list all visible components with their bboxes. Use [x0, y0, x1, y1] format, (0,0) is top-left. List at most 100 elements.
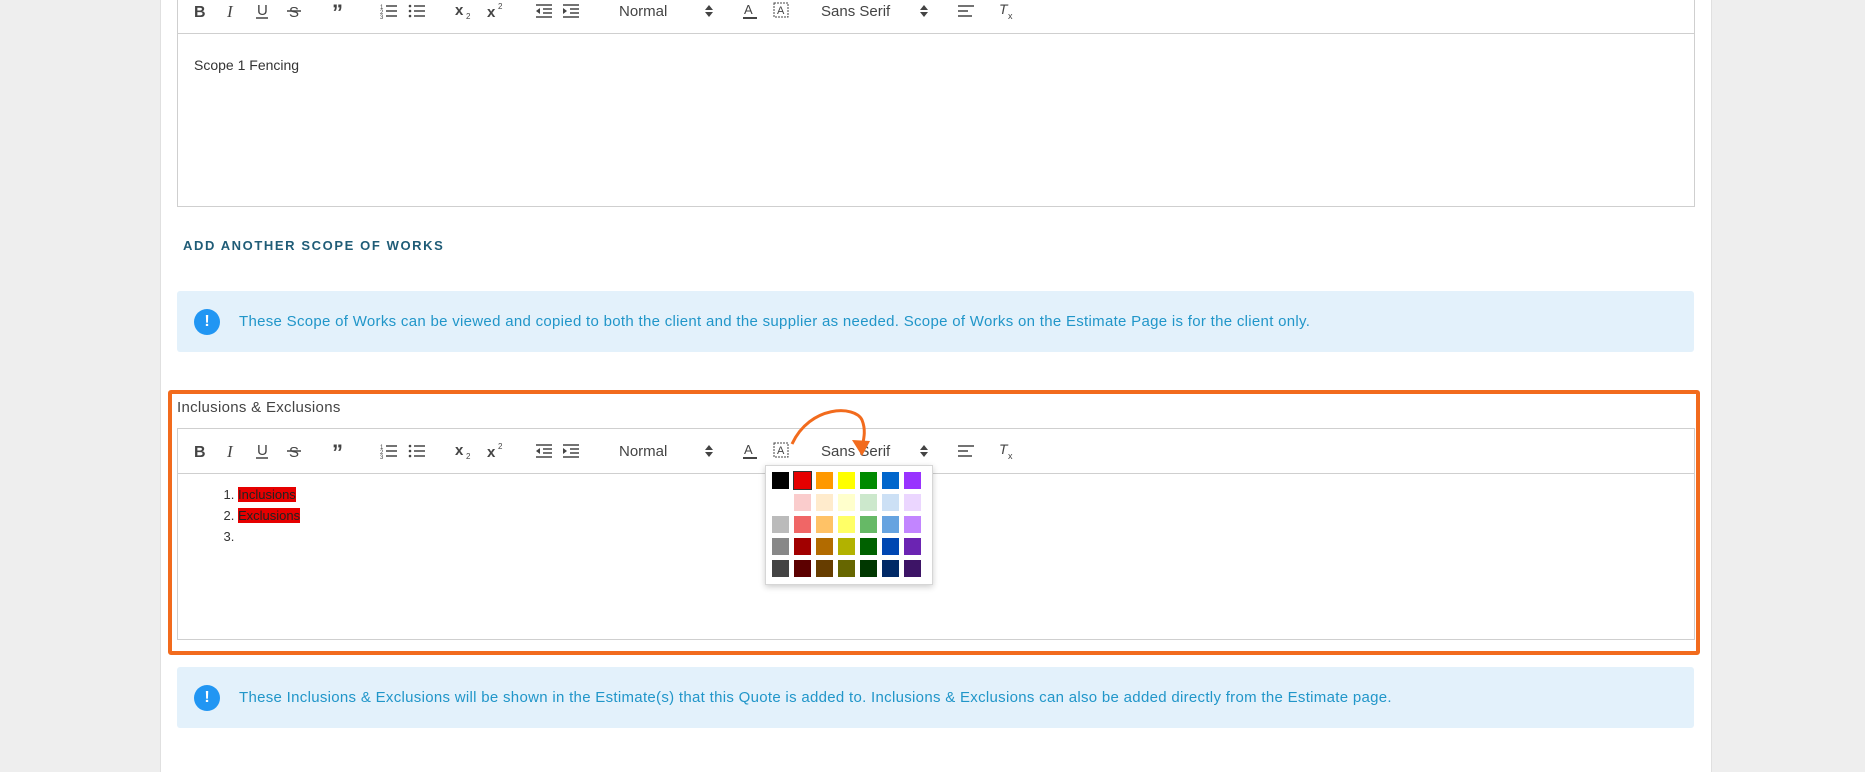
svg-text:2: 2 — [498, 442, 503, 451]
text-color-button[interactable]: A — [739, 429, 761, 473]
svg-text:x: x — [1008, 11, 1013, 20]
color-swatch[interactable] — [794, 538, 811, 555]
indent-button[interactable] — [560, 429, 582, 473]
subscript-button[interactable]: x2 — [453, 429, 475, 473]
color-swatch[interactable] — [794, 516, 811, 533]
underline-button[interactable]: U — [251, 429, 273, 473]
background-color-button[interactable]: A — [770, 0, 792, 33]
outdent-icon — [536, 4, 552, 18]
bullet-list-button[interactable] — [406, 429, 428, 473]
bold-button[interactable]: B — [188, 429, 210, 473]
header-select[interactable]: Normal — [619, 0, 713, 33]
outdent-button[interactable] — [533, 0, 555, 33]
editor-content[interactable]: Inclusions Exclusions — [178, 474, 1694, 639]
color-swatch[interactable] — [816, 516, 833, 533]
blockquote-button[interactable]: ” — [328, 0, 350, 33]
subscript-icon: x2 — [455, 442, 471, 460]
text-color-icon: A — [743, 442, 757, 459]
strike-button[interactable]: S — [283, 0, 305, 33]
align-button[interactable] — [955, 429, 977, 473]
indent-button[interactable] — [560, 0, 582, 33]
subscript-button[interactable]: x2 — [453, 0, 475, 33]
color-swatch[interactable] — [838, 538, 855, 555]
select-arrows-icon — [705, 5, 713, 17]
font-select[interactable]: Sans Serif — [821, 0, 928, 33]
ordered-list-button[interactable]: 123 — [378, 0, 400, 33]
add-scope-button[interactable]: ADD ANOTHER SCOPE OF WORKS — [183, 238, 444, 253]
blockquote-button[interactable]: ” — [328, 429, 350, 473]
color-swatch[interactable] — [838, 516, 855, 533]
underline-icon: U — [256, 442, 268, 459]
bullet-list-button[interactable] — [406, 0, 428, 33]
clear-format-button[interactable]: Tx — [997, 429, 1019, 473]
color-swatch[interactable] — [882, 538, 899, 555]
header-select-value: Normal — [619, 442, 668, 460]
color-swatch[interactable] — [772, 494, 789, 511]
color-swatch[interactable] — [860, 560, 877, 577]
color-swatch[interactable] — [816, 494, 833, 511]
color-swatch[interactable] — [772, 538, 789, 555]
color-swatch[interactable] — [860, 538, 877, 555]
color-swatch[interactable] — [794, 494, 811, 511]
section-label: Inclusions & Exclusions — [177, 399, 341, 416]
color-swatch[interactable] — [816, 560, 833, 577]
bullet-list-icon — [408, 444, 425, 458]
select-arrows-icon — [920, 445, 928, 457]
outdent-button[interactable] — [533, 429, 555, 473]
list-item — [238, 526, 1694, 547]
strike-button[interactable]: S — [283, 429, 305, 473]
color-swatch[interactable] — [860, 472, 877, 489]
color-swatch[interactable] — [904, 472, 921, 489]
align-icon — [958, 5, 974, 17]
color-swatch[interactable] — [793, 471, 812, 490]
svg-text:x: x — [455, 442, 464, 459]
annotation-arrow — [790, 409, 870, 456]
bold-button[interactable]: B — [188, 0, 210, 33]
color-swatch[interactable] — [904, 516, 921, 533]
list-item: Inclusions — [238, 484, 1694, 505]
info-text: These Inclusions & Exclusions will be sh… — [239, 689, 1392, 706]
text-color-button[interactable]: A — [739, 0, 761, 33]
color-swatch[interactable] — [882, 472, 899, 489]
info-banner-scope: ! These Scope of Works can be viewed and… — [177, 291, 1694, 352]
ordered-list-icon: 123 — [380, 5, 397, 19]
color-swatch[interactable] — [794, 560, 811, 577]
color-swatch[interactable] — [838, 472, 855, 489]
color-swatch[interactable] — [772, 560, 789, 577]
svg-text:x: x — [1008, 451, 1013, 460]
info-text: These Scope of Works can be viewed and c… — [239, 313, 1311, 330]
underline-button[interactable]: U — [251, 0, 273, 33]
color-swatch[interactable] — [882, 560, 899, 577]
svg-text:3: 3 — [380, 15, 384, 19]
color-swatch[interactable] — [882, 516, 899, 533]
ordered-list-button[interactable]: 123 — [378, 429, 400, 473]
indent-icon — [563, 444, 579, 458]
superscript-button[interactable]: x2 — [485, 429, 507, 473]
svg-text:2: 2 — [498, 2, 503, 11]
editor-content[interactable]: Scope 1 Fencing — [178, 34, 1694, 206]
italic-button[interactable]: I — [220, 0, 242, 33]
color-swatch[interactable] — [904, 560, 921, 577]
subscript-icon: x2 — [455, 2, 471, 20]
align-button[interactable] — [955, 0, 977, 33]
color-swatch[interactable] — [860, 516, 877, 533]
color-swatch[interactable] — [860, 494, 877, 511]
color-swatch[interactable] — [838, 560, 855, 577]
list-item: Exclusions — [238, 505, 1694, 526]
italic-button[interactable]: I — [220, 429, 242, 473]
color-swatch[interactable] — [838, 494, 855, 511]
svg-text:”: ” — [332, 3, 343, 19]
bullet-list-icon — [408, 4, 425, 18]
color-swatch[interactable] — [772, 472, 789, 489]
color-swatch[interactable] — [772, 516, 789, 533]
clear-format-icon: Tx — [999, 2, 1013, 20]
superscript-button[interactable]: x2 — [485, 0, 507, 33]
color-swatch[interactable] — [816, 472, 833, 489]
header-select[interactable]: Normal — [619, 429, 713, 473]
color-swatch[interactable] — [904, 538, 921, 555]
color-swatch[interactable] — [816, 538, 833, 555]
color-swatch[interactable] — [904, 494, 921, 511]
color-swatch[interactable] — [882, 494, 899, 511]
bold-icon: B — [194, 4, 206, 19]
clear-format-button[interactable]: Tx — [997, 0, 1019, 33]
